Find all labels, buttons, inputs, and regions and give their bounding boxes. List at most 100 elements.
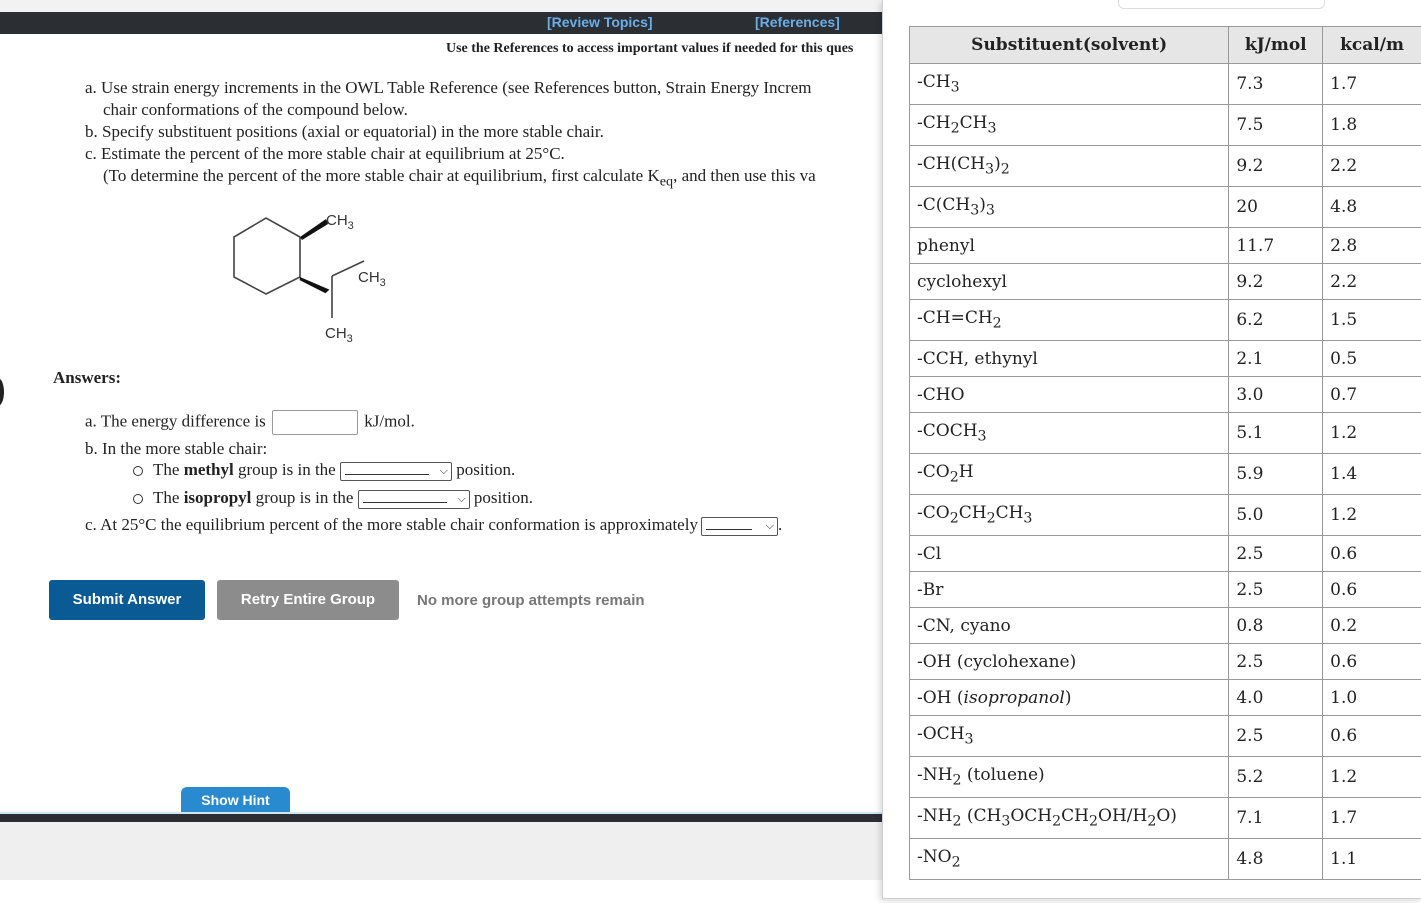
question-text: a. Use strain energy increments in the O… xyxy=(85,77,883,192)
substituent-cell: -CCH, ethynyl xyxy=(908,340,1230,377)
table-row: -CH2CH3 7.5 1.8 xyxy=(908,104,1421,146)
kj-cell: 4.0 xyxy=(1228,679,1324,716)
references-note: Use the References to access important v… xyxy=(446,41,854,56)
answer-a: a. The energy difference is kJ/mol. xyxy=(85,410,415,435)
substituent-cell: -OH (cyclohexane) xyxy=(908,643,1230,680)
answers-heading: Answers: xyxy=(53,368,121,387)
column-header-kcal: kcal/m xyxy=(1322,26,1421,64)
table-row: -CN, cyano 0.8 0.2 xyxy=(908,607,1421,644)
substituent-cell: -CH(CH3)2 xyxy=(908,145,1230,187)
kj-cell: 0.8 xyxy=(1228,607,1324,644)
kcal-cell: 1.7 xyxy=(1322,63,1421,105)
retry-entire-group-button[interactable]: Retry Entire Group xyxy=(217,580,399,620)
table-row: -Br 2.5 0.6 xyxy=(908,571,1421,608)
substituent-cell: -Br xyxy=(908,571,1230,608)
question-b: b. Specify substituent positions (axial … xyxy=(85,122,604,141)
kj-cell: 3.0 xyxy=(1228,376,1324,413)
question-c-note: (To determine the percent of the more st… xyxy=(103,166,816,190)
side-handle[interactable] xyxy=(0,378,4,406)
answer-c: c. At 25°C the equilibrium percent of th… xyxy=(85,515,783,536)
substituent-cell: phenyl xyxy=(908,227,1230,264)
kcal-cell: 0.6 xyxy=(1322,571,1421,608)
kj-cell: 7.1 xyxy=(1228,797,1324,839)
table-row: -NH2 (toluene) 5.2 1.2 xyxy=(908,756,1421,798)
kj-cell: 9.2 xyxy=(1228,263,1324,300)
table-row: -COCH3 5.1 1.2 xyxy=(908,412,1421,454)
substituent-cell: cyclohexyl xyxy=(908,263,1230,300)
kcal-cell: 1.2 xyxy=(1322,756,1421,798)
structure-label-right: CH3 xyxy=(358,269,386,289)
top-bar-shadow xyxy=(0,0,883,12)
kj-cell: 5.0 xyxy=(1228,494,1324,536)
substituent-cell: -NH2 (toluene) xyxy=(908,756,1230,798)
kj-cell: 2.1 xyxy=(1228,340,1324,377)
isopropyl-position-select[interactable]: ⌵ xyxy=(357,489,470,509)
kcal-cell: 1.0 xyxy=(1322,679,1421,716)
substituent-cell: -NH2 (CH3OCH2CH2OH/H2O) xyxy=(908,797,1230,839)
table-row: -NH2 (CH3OCH2CH2OH/H2O) 7.1 1.7 xyxy=(908,797,1421,839)
kj-cell: 5.9 xyxy=(1228,453,1324,495)
table-row: -CH=CH2 6.2 1.5 xyxy=(908,299,1421,341)
kcal-cell: 0.6 xyxy=(1322,643,1421,680)
table-header-row: Substituent(solvent) kJ/mol kcal/m xyxy=(908,26,1421,64)
substituent-cell: -OH (isopropanol) xyxy=(908,679,1230,716)
substituent-cell: -CH2CH3 xyxy=(908,104,1230,146)
kj-cell: 11.7 xyxy=(1228,227,1324,264)
kcal-cell: 1.2 xyxy=(1322,494,1421,536)
substituent-cell: -OCH3 xyxy=(908,715,1230,757)
kj-cell: 7.3 xyxy=(1228,63,1324,105)
table-row: -CHO 3.0 0.7 xyxy=(908,376,1421,413)
review-topics-link[interactable]: [Review Topics] xyxy=(547,14,653,30)
answer-b2: The isopropyl group is in the ⌵ position… xyxy=(133,488,533,509)
question-a-line1: a. Use strain energy increments in the O… xyxy=(85,78,812,97)
kcal-cell: 0.2 xyxy=(1322,607,1421,644)
kcal-cell: 1.5 xyxy=(1322,299,1421,341)
kcal-cell: 1.1 xyxy=(1322,838,1421,880)
kj-cell: 2.5 xyxy=(1228,535,1324,572)
kcal-cell: 0.6 xyxy=(1322,715,1421,757)
kj-cell: 6.2 xyxy=(1228,299,1324,341)
kcal-cell: 1.7 xyxy=(1322,797,1421,839)
kcal-cell: 2.8 xyxy=(1322,227,1421,264)
molecule-structure: CH3 CH3 CH3 xyxy=(233,212,386,345)
kj-cell: 5.2 xyxy=(1228,756,1324,798)
attempts-status: No more group attempts remain xyxy=(417,592,645,609)
table-row: -CH3 7.3 1.7 xyxy=(908,63,1421,105)
bullet-icon xyxy=(133,494,143,505)
table-row: -CCH, ethynyl 2.1 0.5 xyxy=(908,340,1421,377)
table-row: -C(CH3)3 20 4.8 xyxy=(908,186,1421,228)
energy-difference-input[interactable] xyxy=(272,410,359,435)
show-hint-button[interactable]: Show Hint xyxy=(181,787,290,814)
substituent-cell: -C(CH3)3 xyxy=(908,186,1230,228)
kcal-cell: 0.7 xyxy=(1322,376,1421,413)
table-row: -CO2CH2CH3 5.0 1.2 xyxy=(908,494,1421,536)
question-a-line2: chair conformations of the compound belo… xyxy=(103,100,408,119)
answer-b1: The methyl group is in the ⌵ position. xyxy=(133,460,515,481)
substituent-cell: -NO2 xyxy=(908,838,1230,880)
table-row: -NO2 4.8 1.1 xyxy=(908,838,1421,880)
column-header-kj: kJ/mol xyxy=(1228,26,1324,64)
table-row: -CH(CH3)2 9.2 2.2 xyxy=(908,145,1421,187)
references-link[interactable]: [References] xyxy=(755,14,840,30)
equilibrium-percent-select[interactable]: ⌵ xyxy=(700,516,778,536)
substituent-cell: -Cl xyxy=(908,535,1230,572)
substituent-cell: -CN, cyano xyxy=(908,607,1230,644)
kcal-cell: 1.4 xyxy=(1322,453,1421,495)
table-row: -CO2H 5.9 1.4 xyxy=(908,453,1421,495)
table-row: -OH (isopropanol) 4.0 1.0 xyxy=(908,679,1421,716)
nav-bar xyxy=(0,12,883,34)
kcal-cell: 2.2 xyxy=(1322,263,1421,300)
kj-cell: 4.8 xyxy=(1228,838,1324,880)
substituent-cell: -COCH3 xyxy=(908,412,1230,454)
bullet-icon xyxy=(133,466,143,477)
kcal-cell: 2.2 xyxy=(1322,145,1421,187)
substituent-cell: -CH=CH2 xyxy=(908,299,1230,341)
methyl-position-select[interactable]: ⌵ xyxy=(339,461,452,481)
structure-label-bottom: CH3 xyxy=(325,325,353,345)
table-row: -OH (cyclohexane) 2.5 0.6 xyxy=(908,643,1421,680)
submit-answer-button[interactable]: Submit Answer xyxy=(49,580,205,620)
answer-b-heading: b. In the more stable chair: xyxy=(85,439,268,458)
kj-cell: 9.2 xyxy=(1228,145,1324,187)
popup-tab xyxy=(1118,0,1325,9)
chevron-down-icon: ⌵ xyxy=(457,492,466,505)
